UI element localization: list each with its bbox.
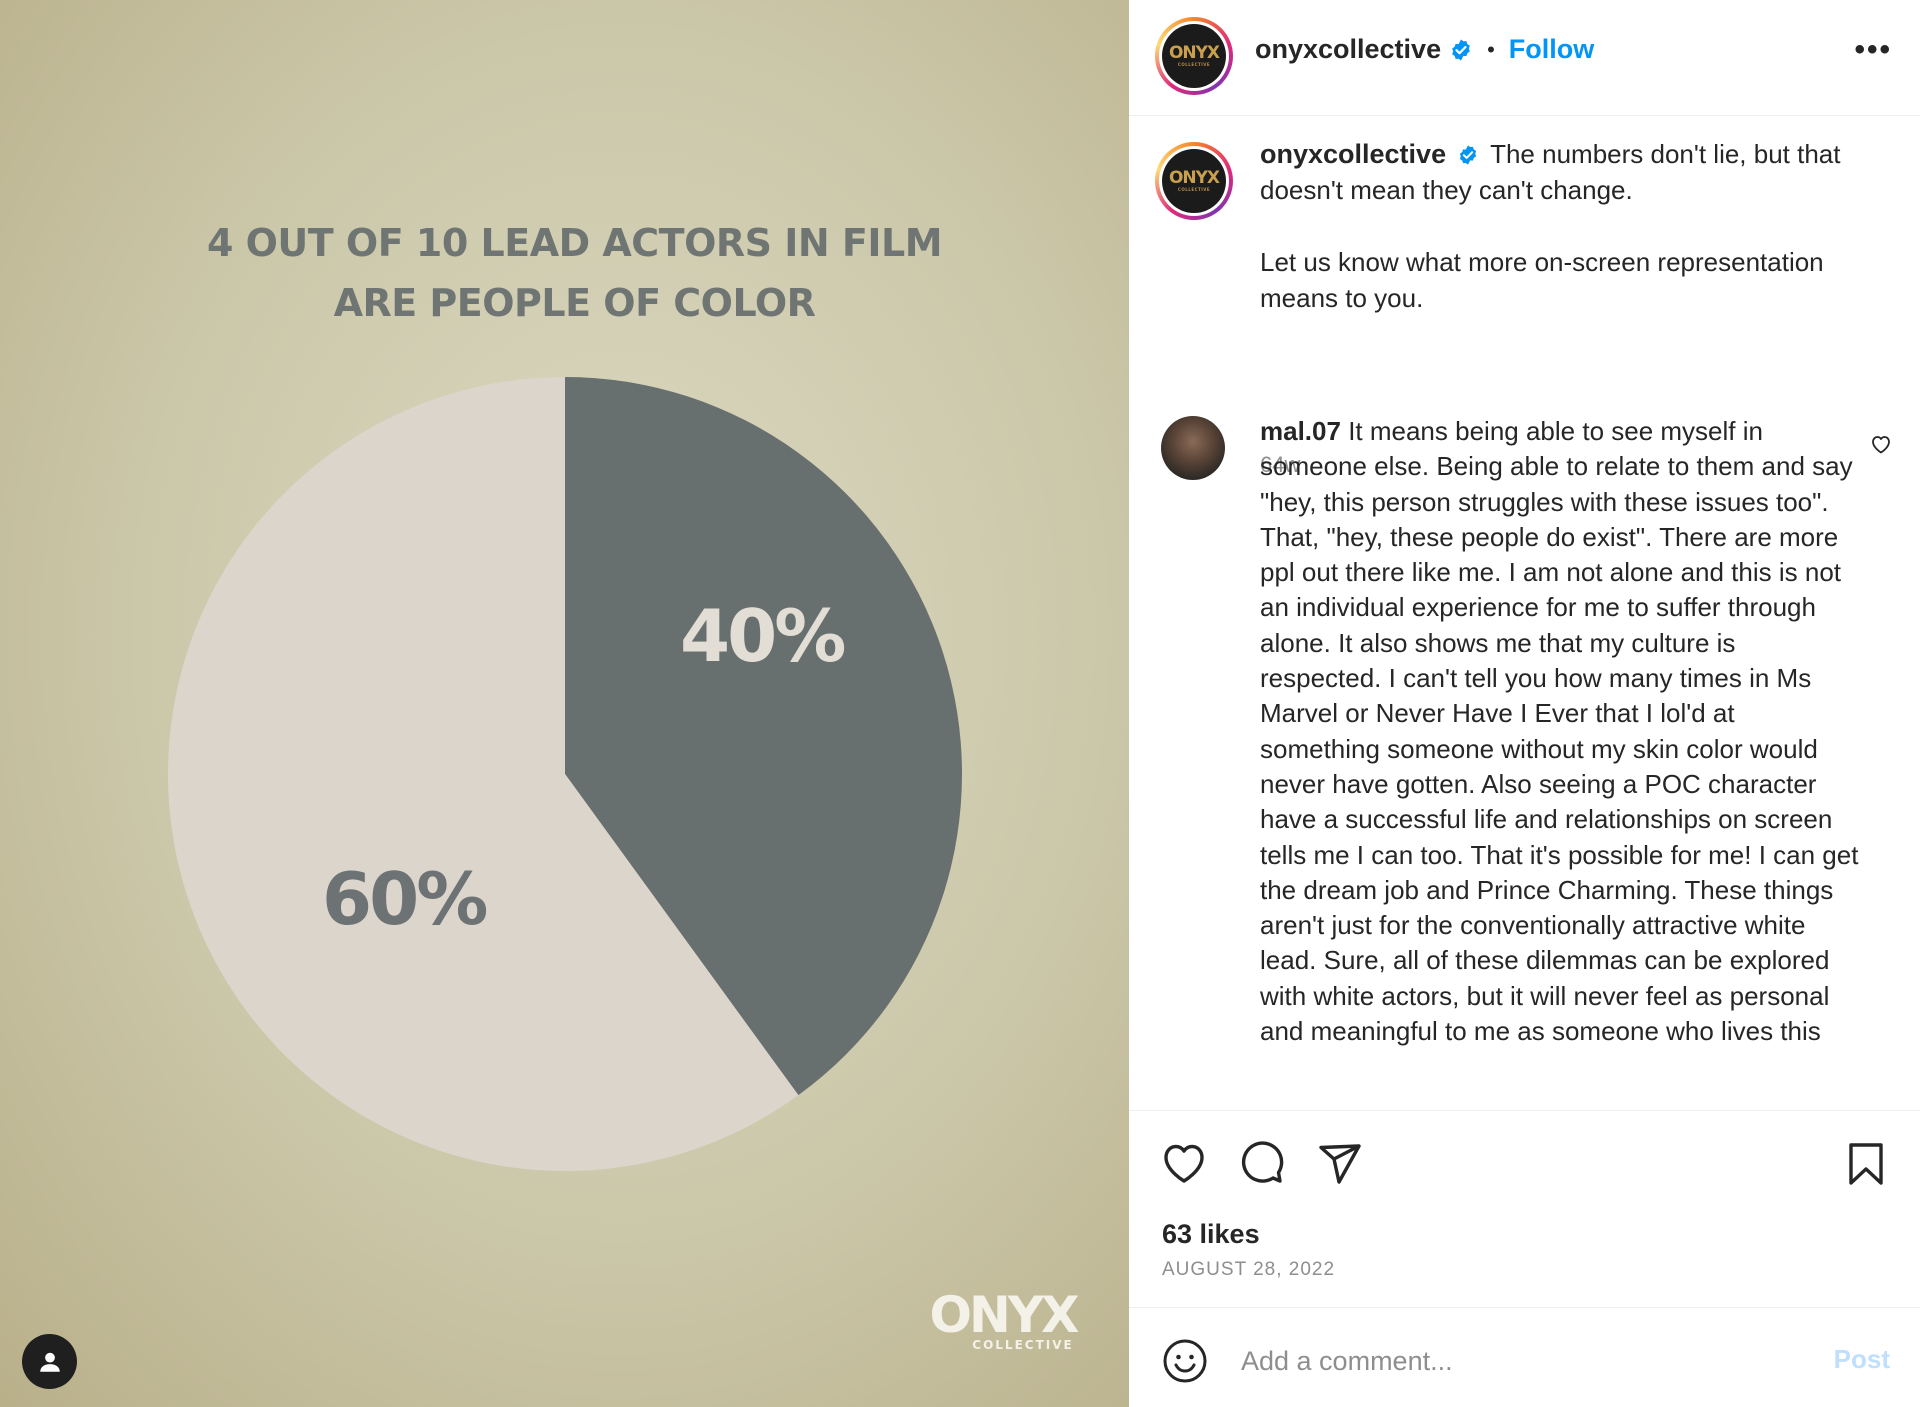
post-header: ONYX COLLECTIVE onyxcollective • Follow … <box>1129 0 1920 116</box>
more-options-icon[interactable]: ••• <box>1854 35 1892 65</box>
user-icon <box>39 1352 60 1372</box>
commenter-username[interactable]: mal.07 <box>1260 416 1341 446</box>
author-avatar[interactable]: ONYX COLLECTIVE <box>1155 17 1233 95</box>
comment-like-heart-icon[interactable] <box>1869 432 1893 456</box>
header-separator: • <box>1487 36 1495 62</box>
header-user-row: onyxcollective • Follow <box>1255 34 1594 65</box>
comment-text: It means being able to see myself in som… <box>1260 416 1859 1047</box>
post-image[interactable]: 4 OUT OF 10 LEAD ACTORS IN FILM ARE PEOP… <box>0 0 1129 1407</box>
pie-chart <box>168 377 962 1171</box>
caption-username[interactable]: onyxcollective <box>1260 139 1446 169</box>
caption-author-avatar[interactable]: ONYX COLLECTIVE <box>1155 142 1233 220</box>
chart-title-line-2: ARE PEOPLE OF COLOR <box>333 281 816 325</box>
author-username[interactable]: onyxcollective <box>1255 34 1441 65</box>
post-date[interactable]: AUGUST 28, 2022 <box>1162 1259 1335 1281</box>
add-comment-bar: Post <box>1129 1307 1920 1407</box>
onyx-watermark-logo: ONYX COLLECTIVE <box>928 1286 1079 1352</box>
caption-onyx-avatar-logo: ONYX COLLECTIVE <box>1162 149 1226 213</box>
onyx-avatar-logo: ONYX COLLECTIVE <box>1162 24 1226 88</box>
instagram-post-window: 4 OUT OF 10 LEAD ACTORS IN FILM ARE PEOP… <box>0 0 1920 1407</box>
pie-label-60: 60% <box>322 857 488 941</box>
comment-body: mal.07 It means being able to see myself… <box>1260 414 1860 1104</box>
caption-text: onyxcollective The numbers don't lie, bu… <box>1260 136 1860 316</box>
chart-title: 4 OUT OF 10 LEAD ACTORS IN FILM ARE PEOP… <box>0 213 1129 333</box>
comment-bubble-icon[interactable] <box>1237 1139 1287 1189</box>
like-heart-icon[interactable] <box>1159 1139 1209 1189</box>
likes-count[interactable]: 63 likes <box>1162 1219 1260 1250</box>
avatar-logo-subtext: COLLECTIVE <box>1177 62 1211 67</box>
chart-title-line-1: 4 OUT OF 10 LEAD ACTORS IN FILM <box>206 221 943 265</box>
caption-avatar-logo-subtext: COLLECTIVE <box>1177 187 1211 192</box>
follow-button[interactable]: Follow <box>1509 34 1594 65</box>
caption-avatar-border: ONYX COLLECTIVE <box>1159 146 1229 216</box>
post-sidebar: ONYX COLLECTIVE onyxcollective • Follow … <box>1129 0 1920 1407</box>
post-comment-button[interactable]: Post <box>1834 1344 1890 1375</box>
share-send-icon[interactable] <box>1315 1139 1365 1189</box>
emoji-smile-icon[interactable] <box>1162 1338 1208 1384</box>
tagged-users-button[interactable] <box>22 1334 77 1389</box>
save-bookmark-icon[interactable] <box>1841 1139 1891 1189</box>
caption-verified-badge-icon <box>1460 145 1477 165</box>
caption-avatar-logo-text: ONYX <box>1168 168 1220 188</box>
logo-wordmark: ONYX <box>929 1286 1079 1344</box>
avatar-border: ONYX COLLECTIVE <box>1159 21 1229 91</box>
verified-badge-icon <box>1452 39 1470 60</box>
caption-line-2: Let us know what more on-screen represen… <box>1260 247 1824 313</box>
pie-label-40: 40% <box>680 594 846 678</box>
comment-input[interactable] <box>1239 1338 1783 1384</box>
commenter-avatar[interactable] <box>1161 416 1225 480</box>
post-actions: 63 likes AUGUST 28, 2022 <box>1129 1110 1920 1281</box>
avatar-logo-text: ONYX <box>1168 43 1220 63</box>
